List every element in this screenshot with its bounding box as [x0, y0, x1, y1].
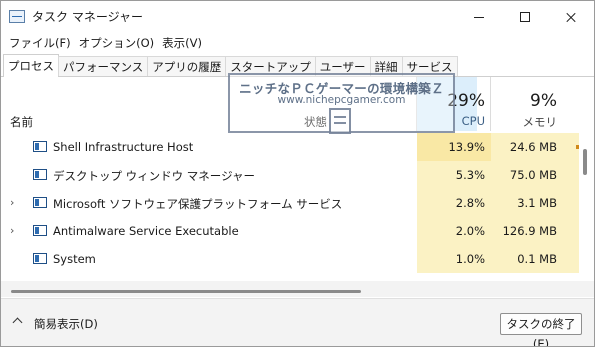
process-memory: 75.0 MB [491, 161, 561, 189]
maximize-button[interactable] [502, 1, 548, 33]
process-extra-cell [561, 217, 579, 245]
watermark-url: www.nichepcgamer.com [277, 94, 406, 106]
horizontal-scrollbar-track[interactable] [1, 281, 594, 297]
process-name: デスクトップ ウィンドウ マネージャー [53, 169, 256, 183]
process-extra-cell [561, 245, 579, 273]
process-icon [33, 169, 47, 180]
process-list: Shell Infrastructure Host 13.9% 24.6 MB … [1, 133, 579, 279]
process-name: Microsoft ソフトウェア保護プラットフォーム サービス [53, 197, 343, 211]
process-memory: 0.1 MB [491, 245, 561, 273]
memory-total-percent: 9% [530, 91, 557, 111]
memory-column-label[interactable]: メモリ [491, 114, 558, 130]
horizontal-scrollbar-thumb[interactable] [11, 290, 361, 293]
process-extra-cell [561, 161, 579, 189]
process-icon [33, 141, 47, 152]
chevron-up-icon[interactable] [12, 316, 22, 326]
tab-performance[interactable]: パフォーマンス [58, 56, 149, 76]
menu-view[interactable]: 表示(V) [160, 33, 208, 53]
tab-processes[interactable]: プロセス [3, 54, 59, 77]
vertical-scrollbar[interactable] [583, 149, 587, 175]
process-name: Shell Infrastructure Host [53, 140, 194, 154]
table-row[interactable]: Shell Infrastructure Host 13.9% 24.6 MB [1, 133, 579, 161]
table-row[interactable]: › Antimalware Service Executable 2.0% 12… [1, 217, 579, 245]
process-name: System [53, 252, 96, 266]
process-icon [33, 225, 47, 236]
table-row[interactable]: デスクトップ ウィンドウ マネージャー 5.3% 75.0 MB [1, 161, 579, 189]
fewer-details-button[interactable]: 簡易表示(D) [34, 316, 98, 332]
menu-options[interactable]: オプション(O) [77, 33, 161, 53]
pc-tower-icon [329, 108, 351, 134]
process-cpu: 2.0% [417, 217, 491, 245]
process-icon [33, 197, 47, 208]
watermark: ニッチなＰＣゲーマーの環境構築Ｚ www.nichepcgamer.com [228, 73, 455, 134]
process-cpu: 2.8% [417, 189, 491, 217]
task-manager-window: タスク マネージャー ファイル(F) オプション(O) 表示(V) プロセス パ… [0, 0, 595, 347]
overflow-marker [576, 145, 579, 149]
title-bar[interactable]: タスク マネージャー [1, 1, 594, 33]
column-name[interactable]: 名前 [10, 114, 33, 130]
menu-bar: ファイル(F) オプション(O) 表示(V) [1, 33, 208, 53]
process-icon [33, 253, 47, 264]
process-cpu: 5.3% [417, 161, 491, 189]
tab-app-history[interactable]: アプリの履歴 [147, 56, 227, 76]
process-name: Antimalware Service Executable [53, 224, 239, 238]
process-cpu: 1.0% [417, 245, 491, 273]
window-title: タスク マネージャー [32, 10, 143, 24]
table-row[interactable]: System 1.0% 0.1 MB [1, 245, 579, 273]
process-memory: 24.6 MB [491, 133, 561, 161]
menu-file[interactable]: ファイル(F) [7, 33, 77, 53]
process-extra-cell [561, 189, 579, 217]
close-button[interactable] [548, 1, 594, 33]
task-manager-icon [9, 10, 25, 23]
end-task-button[interactable]: タスクの終了(E) [500, 313, 582, 346]
table-row[interactable]: › Microsoft ソフトウェア保護プラットフォーム サービス 2.8% 3… [1, 189, 579, 217]
minimize-button[interactable] [456, 1, 502, 33]
expand-chevron-icon[interactable]: › [10, 196, 14, 209]
process-cpu: 13.9% [417, 133, 491, 161]
process-memory: 126.9 MB [491, 217, 561, 245]
expand-chevron-icon[interactable]: › [10, 224, 14, 237]
footer-bar: 簡易表示(D) タスクの終了(E) [1, 298, 594, 346]
process-memory: 3.1 MB [491, 189, 561, 217]
